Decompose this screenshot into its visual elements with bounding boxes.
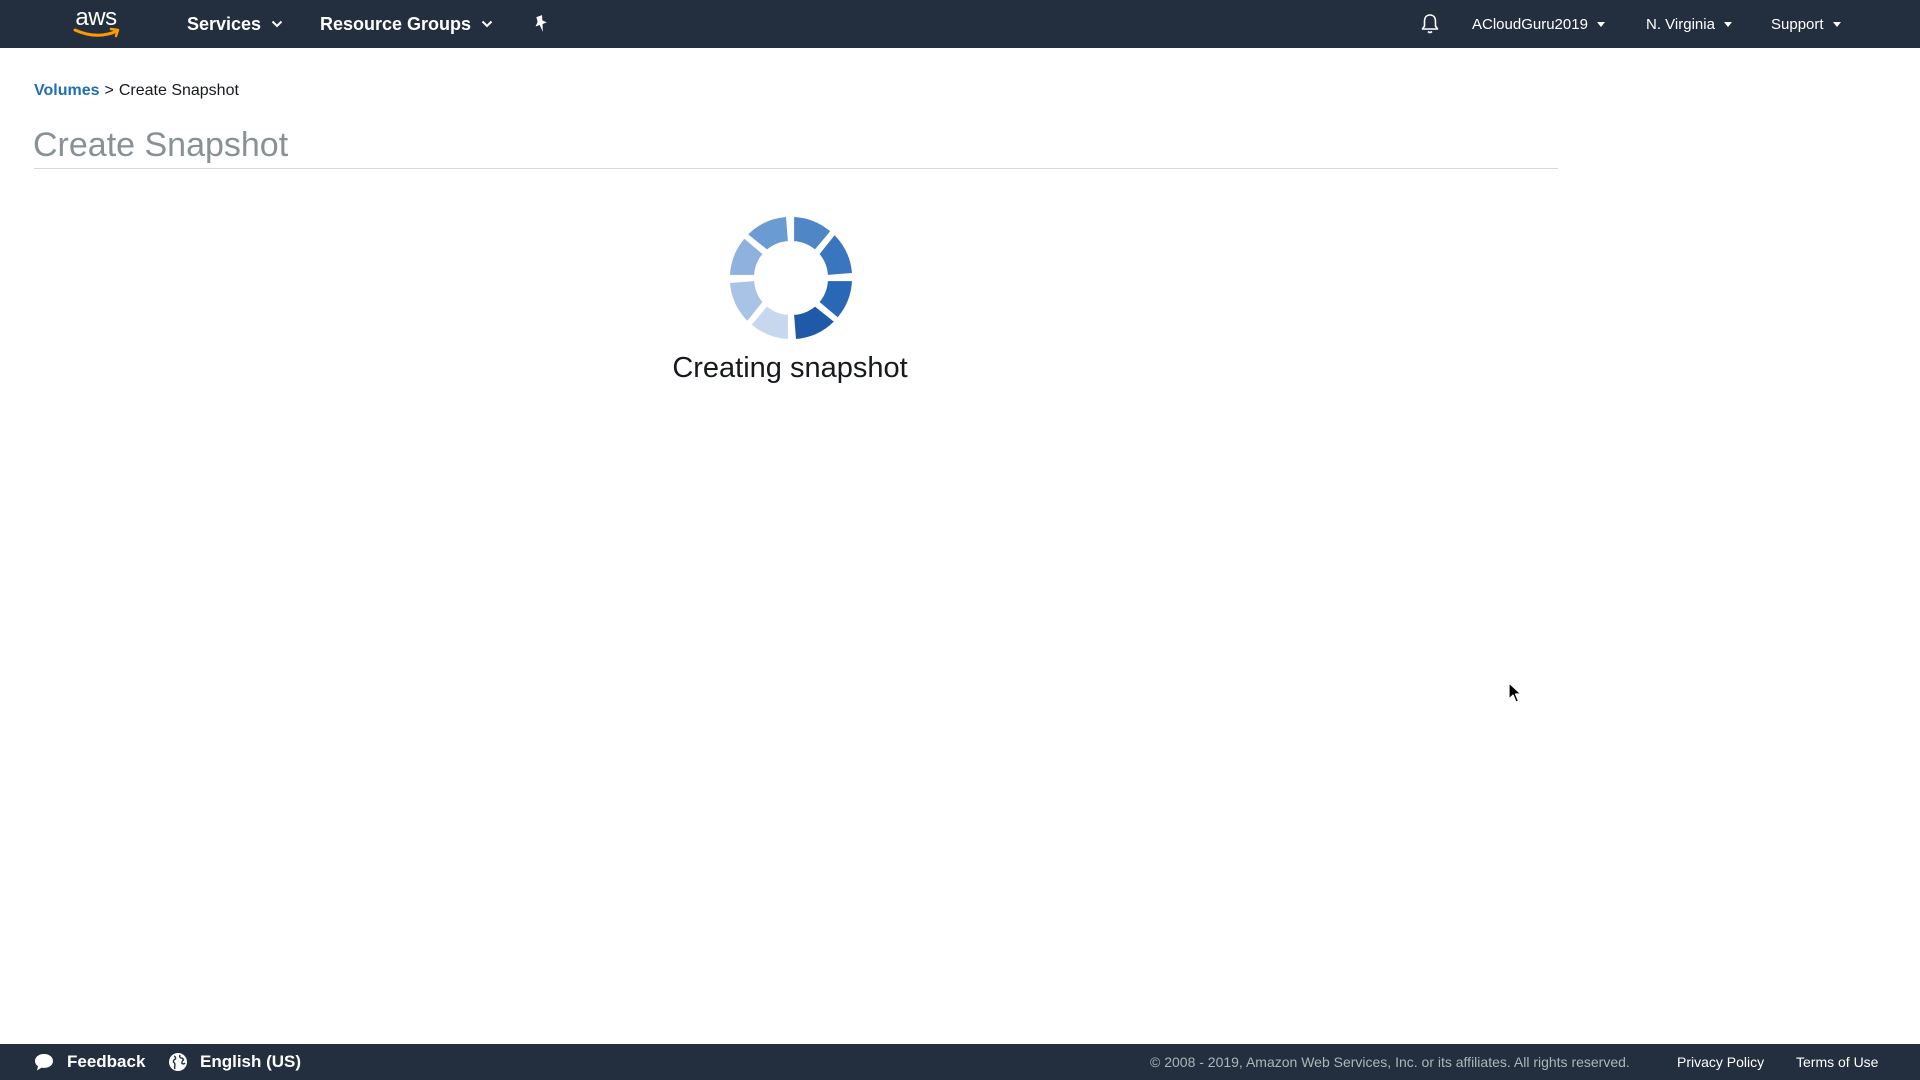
pin-shortcuts-button[interactable]: [532, 0, 550, 48]
resource-groups-menu[interactable]: Resource Groups: [320, 0, 493, 48]
status-message: Creating snapshot: [672, 352, 908, 384]
caret-down-icon: [1723, 21, 1732, 27]
resource-groups-label: Resource Groups: [320, 13, 472, 34]
aws-smile-icon: [73, 27, 120, 38]
language-selector[interactable]: English (US): [168, 1044, 301, 1080]
bell-icon: [1421, 14, 1439, 34]
globe-icon: [169, 1053, 187, 1071]
aws-logo[interactable]: aws: [70, 6, 122, 42]
title-divider: [34, 168, 1558, 169]
copyright-text: © 2008 - 2019, Amazon Web Services, Inc.…: [1150, 1054, 1630, 1070]
account-label: ACloudGuru2019: [1472, 15, 1588, 33]
notifications-button[interactable]: [1419, 0, 1441, 48]
privacy-policy-link[interactable]: Privacy Policy: [1677, 1044, 1764, 1080]
top-navigation-bar: aws Services Resource Groups ACloudGuru2…: [0, 0, 1920, 48]
terms-of-use-link[interactable]: Terms of Use: [1796, 1044, 1878, 1080]
chevron-down-icon: [271, 20, 283, 28]
spinner-segment: [748, 217, 788, 250]
breadcrumb: Volumes > Create Snapshot: [34, 82, 239, 100]
spinner-segment: [730, 281, 763, 321]
chevron-down-icon: [481, 20, 493, 28]
support-menu[interactable]: Support: [1771, 0, 1841, 48]
spinner-segment: [794, 217, 831, 250]
caret-down-icon: [1832, 21, 1841, 27]
mouse-cursor-icon: [1508, 682, 1522, 703]
account-menu[interactable]: ACloudGuru2019: [1472, 0, 1605, 48]
support-label: Support: [1771, 15, 1824, 33]
spinner-segment: [794, 306, 834, 339]
breadcrumb-link-volumes[interactable]: Volumes: [34, 82, 100, 99]
page-title: Create Snapshot: [33, 126, 289, 164]
feedback-button[interactable]: Feedback: [33, 1044, 145, 1080]
footer-bar: Feedback English (US) © 2008 - 2019, Ama…: [0, 1044, 1920, 1080]
breadcrumb-current: Create Snapshot: [118, 82, 239, 99]
caret-down-icon: [1596, 21, 1605, 27]
loading-spinner-icon: [730, 217, 852, 339]
services-label: Services: [187, 13, 262, 34]
spinner-segment: [730, 238, 763, 275]
speech-bubble-icon: [35, 1054, 53, 1071]
breadcrumb-separator: >: [104, 82, 114, 99]
region-menu[interactable]: N. Virginia: [1646, 0, 1732, 48]
spinner-segments: [730, 217, 852, 339]
feedback-label: Feedback: [67, 1052, 146, 1071]
region-label: N. Virginia: [1646, 15, 1715, 33]
spinner-segment: [819, 281, 852, 318]
language-label: English (US): [200, 1052, 302, 1071]
services-menu[interactable]: Services: [187, 0, 283, 48]
pushpin-icon: [535, 15, 547, 32]
spinner-segment: [751, 306, 788, 339]
spinner-segment: [819, 235, 852, 275]
